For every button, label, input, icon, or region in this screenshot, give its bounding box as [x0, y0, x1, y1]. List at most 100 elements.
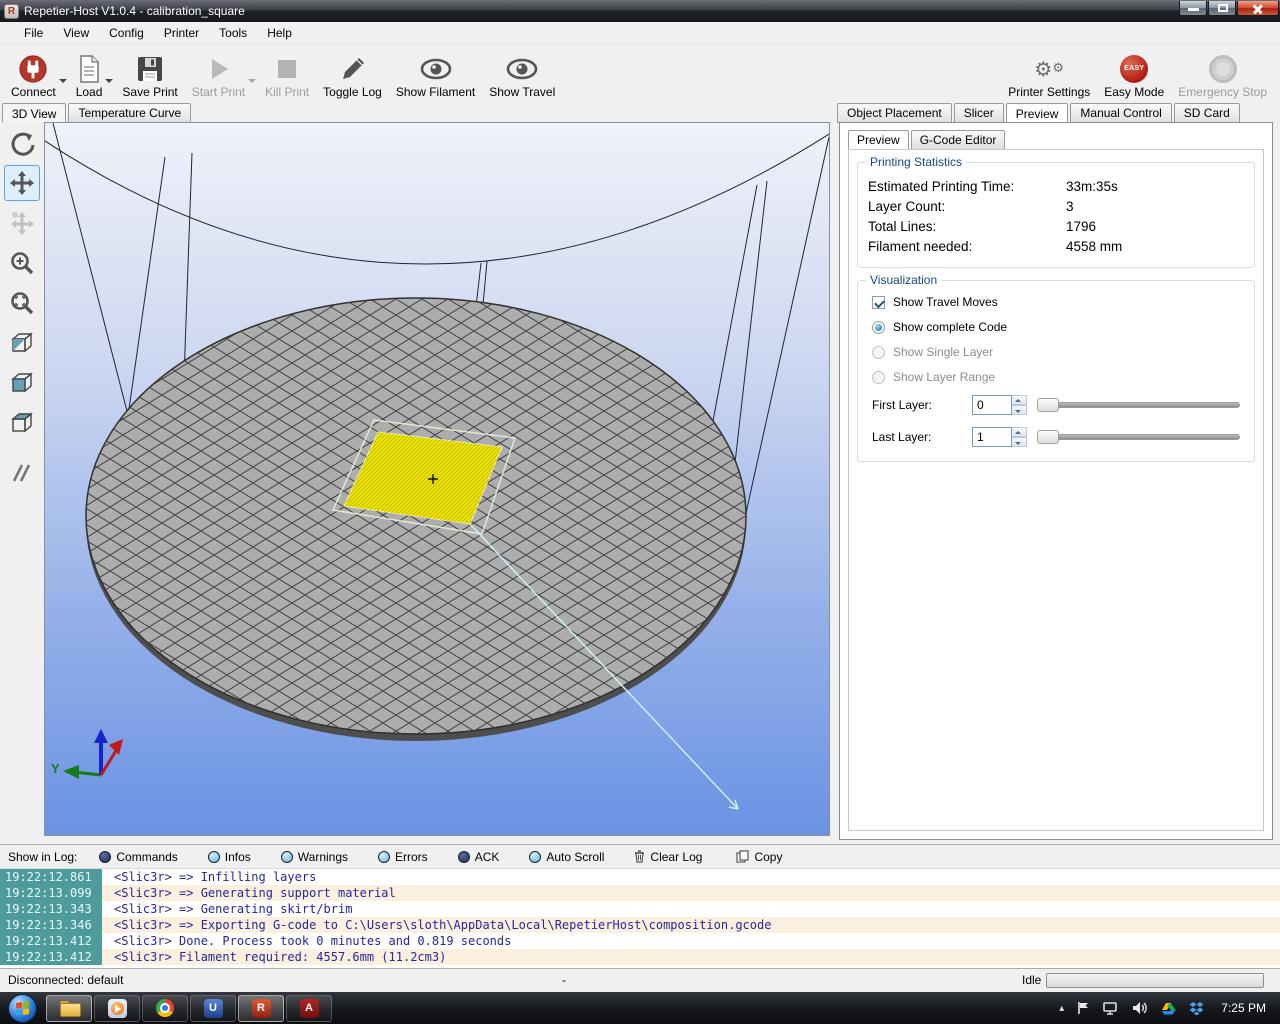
start-button[interactable] [8, 994, 37, 1023]
log-section: Show in Log: Commands Infos Warnings Err… [0, 844, 1280, 968]
taskbar-utorrent-button[interactable]: U [190, 995, 236, 1022]
dropbox-icon[interactable] [1189, 1002, 1204, 1015]
tab-object-placement[interactable]: Object Placement [837, 103, 952, 123]
filter-infos[interactable]: Infos [208, 850, 251, 864]
taskbar-explorer-button[interactable] [46, 995, 92, 1022]
restore-button[interactable] [1208, 1, 1236, 16]
load-dropdown-icon[interactable] [105, 79, 113, 87]
show-complete-code-radio-row: Show complete Code [872, 320, 1244, 334]
show-complete-code-radio[interactable] [872, 321, 885, 334]
taskbar-media-player-button[interactable] [94, 995, 140, 1022]
show-single-layer-radio [872, 346, 885, 359]
filter-warnings[interactable]: Warnings [281, 850, 348, 864]
visualization-group: Visualization Show Travel Moves Show com… [857, 280, 1255, 462]
front-view-button[interactable] [4, 365, 40, 401]
filter-auto-scroll[interactable]: Auto Scroll [529, 850, 604, 864]
last-layer-input[interactable]: 1 [972, 427, 1012, 447]
tab-temperature-curve[interactable]: Temperature Curve [68, 103, 191, 123]
restore-icon [1218, 4, 1228, 12]
front-view-icon [8, 369, 36, 397]
emergency-stop-button: Emergency Stop [1171, 47, 1274, 100]
action-center-flag-icon[interactable] [1077, 1001, 1090, 1015]
first-layer-row: First Layer: 0 [872, 395, 1244, 415]
tray-expand-icon[interactable]: ▴ [1059, 1003, 1064, 1014]
taskbar-clock[interactable]: 7:25 PM [1221, 1001, 1266, 1015]
slider-handle[interactable] [1037, 430, 1059, 444]
tab-3d-view[interactable]: 3D View [2, 103, 66, 123]
preview-subtabs: Preview G-Code Editor [848, 130, 1007, 150]
save-print-button[interactable]: Save Print [115, 47, 184, 100]
show-filament-button[interactable]: Show Filament [389, 47, 482, 100]
show-single-layer-radio-row: Show Single Layer [872, 345, 1244, 359]
log-filter-bar: Show in Log: Commands Infos Warnings Err… [0, 845, 1280, 869]
stat-row: Total Lines: 1796 [868, 217, 1244, 237]
spin-up-icon[interactable] [1012, 395, 1027, 405]
menu-file[interactable]: File [14, 23, 53, 43]
close-button[interactable] [1237, 1, 1279, 16]
volume-icon[interactable] [1132, 1001, 1148, 1015]
connect-button[interactable]: Connect [4, 47, 63, 100]
axis-y-label: Y [51, 761, 60, 776]
first-layer-input[interactable]: 0 [972, 395, 1012, 415]
menu-tools[interactable]: Tools [209, 23, 257, 43]
parallel-projection-button[interactable] [4, 455, 40, 491]
network-icon[interactable] [1103, 1002, 1119, 1015]
load-button[interactable]: Load [69, 47, 110, 100]
log-output[interactable]: 19:22:12.861<Slic3r> => Infilling layers… [0, 869, 1280, 965]
zoom-in-button[interactable] [4, 245, 40, 281]
rotate-view-button[interactable] [4, 125, 40, 161]
isometric-view-button[interactable] [4, 325, 40, 361]
menu-view[interactable]: View [53, 23, 99, 43]
menu-config[interactable]: Config [99, 23, 154, 43]
google-drive-icon[interactable] [1161, 1002, 1176, 1015]
tab-preview[interactable]: Preview [1006, 103, 1069, 123]
first-layer-slider[interactable] [1037, 398, 1240, 412]
commands-toggle-icon [99, 851, 111, 863]
clear-log-button[interactable]: Clear Log [634, 850, 702, 864]
toggle-log-button[interactable]: Toggle Log [316, 47, 389, 100]
gear-icon: ⚙⚙ [1034, 52, 1064, 85]
taskbar-chrome-button[interactable] [142, 995, 188, 1022]
kill-print-button: Kill Print [258, 47, 316, 100]
copy-log-button[interactable]: Copy [736, 850, 782, 864]
show-travel-moves-checkbox-row: Show Travel Moves [872, 295, 1244, 309]
move-object-button [4, 205, 40, 241]
slider-handle[interactable] [1037, 398, 1059, 412]
subtab-preview[interactable]: Preview [848, 130, 909, 150]
filter-ack[interactable]: ACK [458, 850, 500, 864]
zoom-in-icon [9, 250, 35, 276]
ack-toggle-icon [458, 851, 470, 863]
3d-viewport[interactable]: Y [44, 122, 830, 836]
spin-up-icon[interactable] [1012, 427, 1027, 437]
media-player-icon [108, 999, 127, 1018]
system-tray: ▴ 7:25 PM [1059, 1001, 1280, 1015]
show-travel-moves-checkbox[interactable] [872, 296, 885, 309]
minimize-button[interactable] [1179, 1, 1207, 16]
easy-mode-button[interactable]: EASY Easy Mode [1097, 47, 1171, 100]
taskbar-adobe-button[interactable]: A [286, 995, 332, 1022]
preview-panel: Preview G-Code Editor Printing Statistic… [839, 122, 1273, 840]
menu-help[interactable]: Help [257, 23, 302, 43]
log-entry: 19:22:13.412<Slic3r> Done. Process took … [0, 933, 1280, 949]
connect-dropdown-icon[interactable] [59, 79, 67, 87]
tab-sd-card[interactable]: SD Card [1174, 103, 1240, 123]
show-in-log-label: Show in Log: [8, 850, 77, 864]
app-window: Repetier-Host V1.0.4 - calibration_squar… [0, 0, 1280, 1024]
spin-down-icon[interactable] [1012, 405, 1027, 415]
last-layer-slider[interactable] [1037, 430, 1240, 444]
top-view-button[interactable] [4, 405, 40, 441]
title-bar[interactable]: Repetier-Host V1.0.4 - calibration_squar… [0, 0, 1280, 22]
subtab-gcode-editor[interactable]: G-Code Editor [911, 130, 1006, 150]
pan-view-button[interactable] [4, 165, 40, 201]
taskbar-repetier-button[interactable]: R [238, 995, 284, 1022]
filter-errors[interactable]: Errors [378, 850, 428, 864]
zoom-fit-button[interactable] [4, 285, 40, 321]
tab-slicer[interactable]: Slicer [954, 103, 1004, 123]
show-travel-button[interactable]: Show Travel [482, 47, 562, 100]
spin-down-icon[interactable] [1012, 437, 1027, 447]
menu-printer[interactable]: Printer [154, 23, 209, 43]
tab-manual-control[interactable]: Manual Control [1070, 103, 1171, 123]
printing-statistics-group: Printing Statistics Estimated Printing T… [857, 162, 1255, 268]
filter-commands[interactable]: Commands [99, 850, 177, 864]
printer-settings-button[interactable]: ⚙⚙ Printer Settings [1001, 47, 1097, 100]
